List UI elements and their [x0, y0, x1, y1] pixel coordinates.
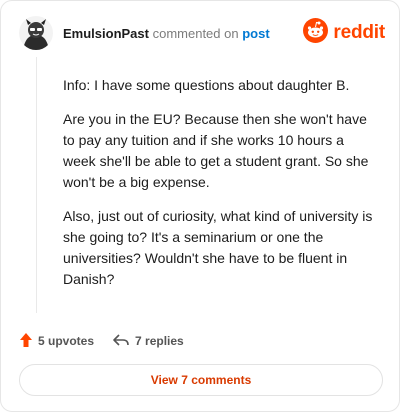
reddit-logo-icon [303, 18, 329, 48]
username[interactable]: EmulsionPast [63, 26, 149, 41]
action-bar: 5 upvotes 7 replies [19, 331, 202, 351]
reply-arrow-icon [112, 333, 130, 350]
action-text: commented on [152, 26, 239, 41]
avatar[interactable] [19, 16, 53, 50]
thread-line [36, 57, 37, 313]
comment-paragraph: Are you in the EU? Because then she won'… [63, 111, 369, 190]
comment-body: Info: I have some questions about daught… [63, 75, 375, 303]
post-link[interactable]: post [242, 26, 269, 41]
view-comments-button[interactable]: View 7 comments [19, 364, 383, 396]
reply-count: 7 replies [135, 334, 184, 348]
comment-paragraph: Also, just out of curiosity, what kind o… [63, 208, 373, 287]
reddit-wordmark: reddit [333, 22, 385, 43]
upvote-count: 5 upvotes [38, 334, 95, 348]
comment-header: EmulsionPast commented on post reddit [19, 16, 385, 52]
comment-paragraph: Info: I have some questions about daught… [63, 77, 350, 93]
upvote-button[interactable]: 5 upvotes [19, 332, 94, 351]
comment-card: EmulsionPast commented on post reddit In… [0, 0, 400, 412]
byline: EmulsionPast commented on post [63, 26, 270, 41]
replies-button[interactable]: 7 replies [112, 333, 184, 350]
reddit-logo[interactable]: reddit [303, 18, 385, 48]
upvote-arrow-icon [19, 332, 33, 351]
